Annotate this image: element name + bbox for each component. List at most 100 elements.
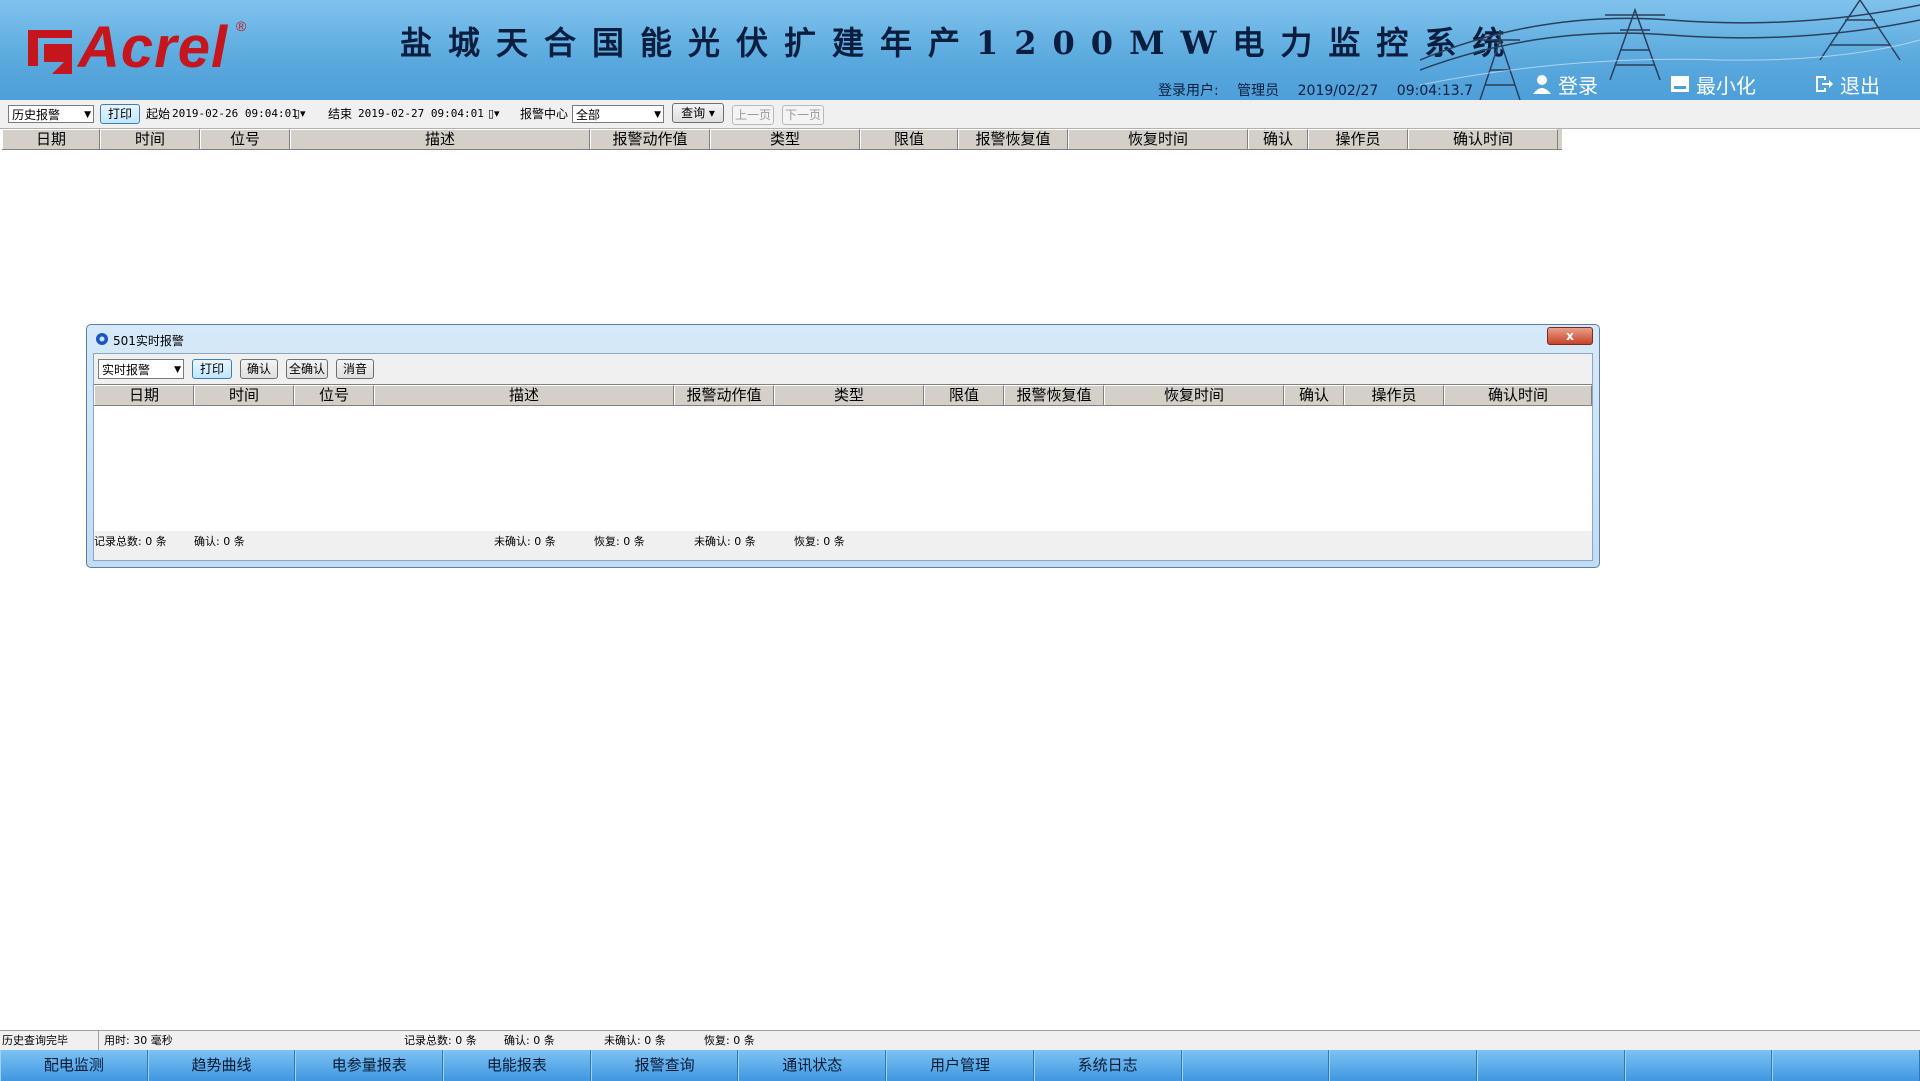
system-title: 盐城天合国能光伏扩建年产1200MW电力监控系统 (400, 24, 1521, 62)
exit-button[interactable]: 退出 (1814, 72, 1880, 98)
nav-item[interactable]: 用户管理 (886, 1050, 1034, 1081)
close-button[interactable]: x (1547, 327, 1593, 345)
table-header: 日期 时间 位号 描述 报警动作值 类型 限值 报警恢复值 恢复时间 确认 操作员 确认时间 (94, 385, 1592, 406)
status-total: 记录总数: 0 条 (94, 535, 167, 548)
column-header[interactable]: 确认时间 (1444, 385, 1592, 405)
user-label: 登录用户: (1158, 83, 1219, 99)
query-status: 历史查询完毕 (2, 1034, 68, 1047)
start-label: 起始 (146, 107, 171, 121)
nav-item-empty (1329, 1050, 1477, 1081)
minimize-icon (1671, 76, 1689, 92)
column-header[interactable]: 恢复时间 (1068, 129, 1248, 149)
end-label: 结束 (328, 107, 353, 121)
current-time: 09:04:13.7 (1396, 83, 1474, 99)
confirm-all-button[interactable]: 全确认 (286, 359, 328, 379)
column-header[interactable]: 限值 (860, 129, 958, 149)
column-header[interactable]: 报警动作值 (674, 385, 774, 405)
column-header[interactable]: 操作员 (1308, 129, 1408, 149)
realtime-mode-select[interactable]: 实时报警 ▼ (98, 359, 184, 379)
toolbar: 历史报警 ▼ 打印 起始 2019-02-26 09:04:01 ▯▾ 结束 20… (0, 100, 1920, 129)
column-header[interactable]: 描述 (374, 385, 674, 405)
column-header[interactable]: 描述 (290, 129, 590, 149)
print-button[interactable]: 打印 (100, 104, 140, 124)
column-header[interactable]: 确认时间 (1408, 129, 1558, 149)
user-icon (1533, 75, 1551, 94)
nav-item-empty (1624, 1050, 1773, 1081)
nav-item-empty (1181, 1050, 1330, 1081)
alarm-center-label: 报警中心 (520, 107, 569, 121)
nav-item[interactable]: 通讯状态 (738, 1050, 887, 1081)
status-bar: 历史查询完毕 用时: 30 毫秒 记录总数: 0 条 确认: 0 条 未确认: … (0, 1030, 1920, 1051)
popup-print-button[interactable]: 打印 (192, 359, 232, 379)
column-header[interactable]: 日期 (94, 385, 194, 405)
column-header[interactable]: 恢复时间 (1104, 385, 1284, 405)
column-header[interactable]: 报警动作值 (590, 129, 710, 149)
column-header[interactable]: 类型 (710, 129, 860, 149)
status-recovered-2: 恢复: 0 条 (794, 535, 845, 548)
realtime-mode-value: 实时报警 (102, 363, 151, 377)
column-header[interactable]: 时间 (194, 385, 294, 405)
nav-item[interactable]: 系统日志 (1033, 1050, 1182, 1081)
column-header[interactable]: 日期 (2, 129, 100, 149)
login-label: 登录 (1558, 73, 1598, 98)
column-header[interactable]: 位号 (200, 129, 290, 149)
next-page-button[interactable]: 下一页 (782, 105, 824, 125)
window-app-icon (96, 333, 108, 345)
status-total: 记录总数: 0 条 (404, 1034, 477, 1047)
query-label: 查询 (681, 106, 706, 120)
alarm-mode-select[interactable]: 历史报警 ▼ (8, 105, 94, 123)
status-unconfirmed: 未确认: 0 条 (604, 1034, 666, 1047)
window-title: 501实时报警 (113, 334, 184, 348)
column-header[interactable]: 时间 (100, 129, 200, 149)
login-button[interactable]: 登录 (1532, 72, 1598, 98)
end-datetime[interactable]: 2019-02-27 09:04:01 (358, 105, 484, 123)
minimize-button[interactable]: 最小化 (1670, 72, 1756, 98)
user-name: 管理员 (1237, 83, 1280, 99)
header-banner: Acrel ® 盐城天合国能光伏扩建年产1200MW电力监控系统 登录用户: 管… (0, 0, 1920, 100)
nav-item[interactable]: 趋势曲线 (147, 1050, 296, 1081)
column-header[interactable]: 限值 (924, 385, 1004, 405)
start-datetime[interactable]: 2019-02-26 09:04:01 (172, 105, 298, 123)
alarm-center-select[interactable]: 全部 ▼ (572, 105, 664, 123)
status-unconfirmed-2: 未确认: 0 条 (694, 535, 756, 548)
nav-item[interactable]: 电能报表 (443, 1050, 591, 1081)
status-confirmed: 确认: 0 条 (504, 1034, 555, 1047)
end-calendar-icon[interactable]: ▯▾ (488, 105, 500, 123)
elapsed-time: 用时: 30 毫秒 (104, 1034, 173, 1047)
nav-item[interactable]: 电参量报表 (295, 1050, 444, 1081)
column-header[interactable]: 确认 (1248, 129, 1308, 149)
divider (98, 1031, 99, 1051)
column-header[interactable]: 类型 (774, 385, 924, 405)
status-recovered: 恢复: 0 条 (704, 1034, 755, 1047)
status-unconfirmed: 未确认: 0 条 (494, 535, 556, 548)
mute-button[interactable]: 消音 (336, 359, 374, 379)
dropdown-arrow-icon: ▼ (84, 110, 91, 120)
table-header: 日期 时间 位号 描述 报警动作值 类型 限值 报警恢复值 恢复时间 确认 操作员 确认时间 (2, 129, 1562, 150)
column-header[interactable]: 报警恢复值 (958, 129, 1068, 149)
exit-label: 退出 (1840, 73, 1880, 98)
column-header[interactable]: 位号 (294, 385, 374, 405)
nav-item[interactable]: 配电监测 (0, 1050, 148, 1081)
column-header[interactable]: 操作员 (1344, 385, 1444, 405)
dropdown-arrow-icon: ▼ (174, 365, 181, 375)
status-recovered: 恢复: 0 条 (594, 535, 645, 548)
nav-item-empty (1772, 1050, 1920, 1081)
nav-item[interactable]: 报警查询 (590, 1050, 739, 1081)
minimize-label: 最小化 (1696, 73, 1756, 98)
alarm-center-value: 全部 (576, 108, 601, 122)
current-date: 2019/02/27 (1297, 83, 1379, 99)
prev-page-button[interactable]: 上一页 (732, 105, 774, 125)
alarm-mode-value: 历史报警 (12, 108, 61, 122)
realtime-alarm-table: 日期 时间 位号 描述 报警动作值 类型 限值 报警恢复值 恢复时间 确认 操作员 确认时间 (94, 384, 1592, 531)
start-calendar-icon[interactable]: ▯▾ (294, 105, 306, 123)
query-button[interactable]: 查询 ▾ (672, 103, 724, 123)
exit-icon (1816, 76, 1833, 92)
confirm-button[interactable]: 确认 (240, 359, 278, 379)
column-header[interactable]: 报警恢复值 (1004, 385, 1104, 405)
column-header[interactable]: 确认 (1284, 385, 1344, 405)
logo-text: Acrel (78, 15, 229, 80)
user-info: 登录用户: 管理员 2019/02/27 09:04:13.7 (1158, 80, 1487, 100)
logo-registered-mark: ® (236, 18, 247, 34)
window-body: 实时报警 ▼ 打印 确认 全确认 消音 日期 时间 位号 描述 报警动作值 类型 限值 报警恢复… (93, 353, 1593, 561)
realtime-alarm-window: 501实时报警 x 实时报警 ▼ 打印 确认 全确认 消音 日期 时间 位号 描述 报警动… (86, 324, 1600, 568)
